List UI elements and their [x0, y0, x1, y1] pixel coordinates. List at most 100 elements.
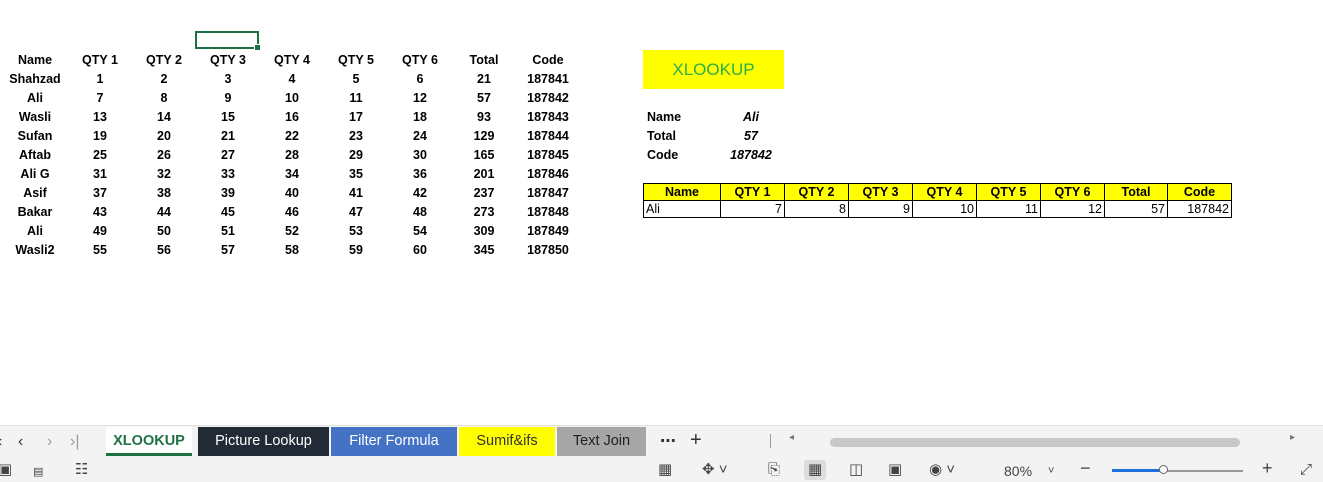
- cell-qty3[interactable]: 39: [221, 184, 235, 203]
- chevron-left-icon[interactable]: ‹: [18, 432, 23, 452]
- cell-total[interactable]: 345: [474, 241, 495, 260]
- result-header-qty3[interactable]: QTY 3: [848, 183, 913, 201]
- cell-qty5[interactable]: 59: [349, 241, 363, 260]
- header-name[interactable]: Name: [18, 51, 52, 70]
- cell-code[interactable]: 187848: [527, 203, 569, 222]
- cell-name[interactable]: Ali: [27, 89, 43, 108]
- active-cell-selection[interactable]: [195, 31, 261, 51]
- cell-qty2[interactable]: 20: [157, 127, 171, 146]
- cell-qty1[interactable]: 49: [93, 222, 107, 241]
- cell-qty4[interactable]: 46: [285, 203, 299, 222]
- result-header-name[interactable]: Name: [643, 183, 721, 201]
- result-header-total[interactable]: Total: [1104, 183, 1168, 201]
- cell-code[interactable]: 187842: [527, 89, 569, 108]
- cell-qty2[interactable]: 50: [157, 222, 171, 241]
- header-code[interactable]: Code: [532, 51, 563, 70]
- cell-qty6[interactable]: 54: [413, 222, 427, 241]
- scroll-left-icon[interactable]: ◂: [789, 432, 794, 443]
- cell-qty3[interactable]: 21: [221, 127, 235, 146]
- display-settings-icon[interactable]: ⎘: [768, 460, 780, 480]
- header-qty3[interactable]: QTY 3: [210, 51, 246, 70]
- cell-qty3[interactable]: 9: [225, 89, 232, 108]
- zoom-in-icon[interactable]: +: [1262, 458, 1273, 478]
- cell-qty5[interactable]: 23: [349, 127, 363, 146]
- cell-name[interactable]: Aftab: [19, 146, 51, 165]
- sheet-tab-sumif-ifs[interactable]: Sumif&ifs: [459, 427, 555, 456]
- cell-qty4[interactable]: 4: [289, 70, 296, 89]
- table-view-icon[interactable]: ▦: [658, 460, 672, 480]
- cell-name[interactable]: Ali: [27, 222, 43, 241]
- cell-qty6[interactable]: 30: [413, 146, 427, 165]
- cell-qty2[interactable]: 38: [157, 184, 171, 203]
- cell-name[interactable]: Bakar: [18, 203, 53, 222]
- first-sheet-icon[interactable]: ‹: [0, 432, 2, 452]
- cell-name[interactable]: Ali G: [20, 165, 49, 184]
- cell-qty2[interactable]: 26: [157, 146, 171, 165]
- result-cell-total[interactable]: 57: [1104, 200, 1168, 218]
- lookup-name-label[interactable]: Name: [647, 108, 681, 127]
- cell-total[interactable]: 57: [477, 89, 491, 108]
- cell-qty1[interactable]: 43: [93, 203, 107, 222]
- cell-qty1[interactable]: 1: [97, 70, 104, 89]
- cell-qty3[interactable]: 27: [221, 146, 235, 165]
- cell-code[interactable]: 187846: [527, 165, 569, 184]
- cell-qty3[interactable]: 3: [225, 70, 232, 89]
- cell-qty5[interactable]: 35: [349, 165, 363, 184]
- header-qty2[interactable]: QTY 2: [146, 51, 182, 70]
- page-layout-icon[interactable]: ◫: [849, 460, 863, 480]
- zoom-slider-thumb[interactable]: [1159, 465, 1168, 474]
- more-sheets-icon[interactable]: ⋯: [660, 431, 676, 451]
- sheet-tab-text-join[interactable]: Text Join: [557, 427, 646, 456]
- cell-name[interactable]: Sufan: [18, 127, 53, 146]
- result-cell-qty4[interactable]: 10: [912, 200, 977, 218]
- lookup-code-value[interactable]: 187842: [730, 146, 772, 165]
- cell-total[interactable]: 165: [474, 146, 495, 165]
- last-sheet-icon[interactable]: ›|: [70, 432, 79, 452]
- lookup-total-value[interactable]: 57: [744, 127, 758, 146]
- cell-qty1[interactable]: 31: [93, 165, 107, 184]
- cell-qty2[interactable]: 44: [157, 203, 171, 222]
- result-header-qty4[interactable]: QTY 4: [912, 183, 977, 201]
- result-cell-qty1[interactable]: 7: [720, 200, 785, 218]
- sheet-tab-picture-lookup[interactable]: Picture Lookup: [198, 427, 329, 456]
- result-header-code[interactable]: Code: [1167, 183, 1232, 201]
- cell-qty6[interactable]: 18: [413, 108, 427, 127]
- lookup-name-value[interactable]: Ali: [743, 108, 759, 127]
- cell-code[interactable]: 187841: [527, 70, 569, 89]
- zoom-level[interactable]: 80%: [1004, 461, 1032, 481]
- cell-qty1[interactable]: 7: [97, 89, 104, 108]
- cell-qty1[interactable]: 25: [93, 146, 107, 165]
- scroll-right-icon[interactable]: ▸: [1290, 432, 1295, 443]
- cell-qty1[interactable]: 13: [93, 108, 107, 127]
- cell-total[interactable]: 21: [477, 70, 491, 89]
- cell-qty3[interactable]: 45: [221, 203, 235, 222]
- cell-qty4[interactable]: 58: [285, 241, 299, 260]
- sheet-tab-filter-formula[interactable]: Filter Formula: [331, 427, 457, 456]
- header-total[interactable]: Total: [470, 51, 499, 70]
- result-cell-qty2[interactable]: 8: [784, 200, 849, 218]
- result-cell-code[interactable]: 187842: [1167, 200, 1232, 218]
- zoom-dropdown-icon[interactable]: ˅: [1048, 461, 1054, 481]
- cell-code[interactable]: 187847: [527, 184, 569, 203]
- cell-qty1[interactable]: 55: [93, 241, 107, 260]
- cell-qty6[interactable]: 6: [417, 70, 424, 89]
- fullscreen-icon[interactable]: ⤢: [1300, 460, 1312, 480]
- cell-qty6[interactable]: 24: [413, 127, 427, 146]
- cell-qty5[interactable]: 47: [349, 203, 363, 222]
- result-cell-qty3[interactable]: 9: [848, 200, 913, 218]
- cell-qty4[interactable]: 16: [285, 108, 299, 127]
- header-qty5[interactable]: QTY 5: [338, 51, 374, 70]
- header-qty1[interactable]: QTY 1: [82, 51, 118, 70]
- header-qty4[interactable]: QTY 4: [274, 51, 310, 70]
- cell-qty4[interactable]: 28: [285, 146, 299, 165]
- cell-code[interactable]: 187849: [527, 222, 569, 241]
- cell-qty6[interactable]: 36: [413, 165, 427, 184]
- result-header-qty2[interactable]: QTY 2: [784, 183, 849, 201]
- result-cell-name[interactable]: Ali: [643, 200, 721, 218]
- cell-qty3[interactable]: 15: [221, 108, 235, 127]
- cell-name[interactable]: Wasli: [19, 108, 51, 127]
- result-cell-qty6[interactable]: 12: [1040, 200, 1105, 218]
- cell-qty5[interactable]: 17: [349, 108, 363, 127]
- cell-total[interactable]: 93: [477, 108, 491, 127]
- header-qty6[interactable]: QTY 6: [402, 51, 438, 70]
